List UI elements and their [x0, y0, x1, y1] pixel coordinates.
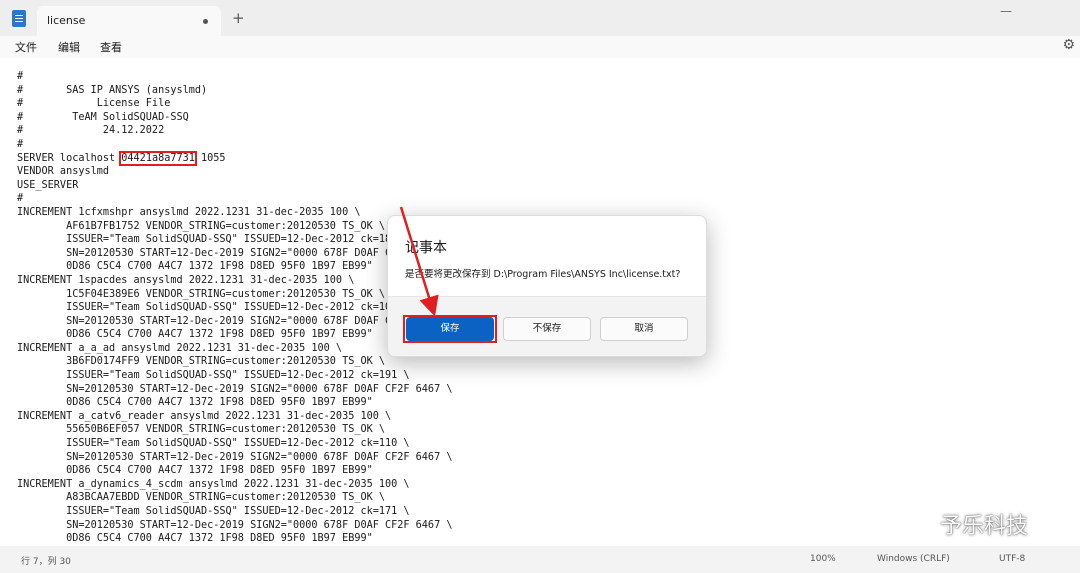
- editor-line: USE_SERVER: [17, 179, 79, 191]
- editor-line: SN=20120530 START=12-Dec-2019 SIGN2="000…: [17, 383, 453, 395]
- status-position: 行 7，列 30: [21, 557, 71, 567]
- settings-gear-icon[interactable]: ⚙: [1062, 37, 1075, 53]
- editor-line: SN=20120530 START=12-Dec-2019 SIGN2="000…: [17, 451, 453, 463]
- wechat-icon: [893, 511, 931, 537]
- editor-line: #: [17, 71, 24, 82]
- menu-edit[interactable]: 编辑: [58, 39, 80, 55]
- editor-line: 0D86 C5C4 C700 A4C7 1372 1F98 D8ED 95F0 …: [17, 465, 373, 477]
- editor-line: INCREMENT 1cfxmshpr ansyslmd 2022.1231 3…: [17, 206, 361, 218]
- editor-line: ISSUER="Team SolidSQUAD-SSQ" ISSUED=12-D…: [17, 438, 410, 450]
- server-port: 1055: [194, 152, 226, 164]
- tab-label: license: [47, 14, 86, 27]
- editor-line: A83BCAA7EBDD VENDOR_STRING=customer:2012…: [17, 492, 386, 504]
- editor-line: # License File: [17, 98, 171, 110]
- new-tab-button[interactable]: +: [232, 9, 245, 27]
- status-line-ending: Windows (CRLF): [877, 554, 950, 564]
- title-bar: license + —: [0, 0, 1080, 36]
- watermark-text: 予乐科技: [940, 514, 1029, 539]
- editor-line: 55650B6EF057 VENDOR_STRING=customer:2012…: [17, 424, 386, 436]
- menu-view[interactable]: 查看: [100, 39, 122, 55]
- status-encoding: UTF-8: [999, 554, 1026, 564]
- editor-line: SERVER localhost 04421a8a7731 1055: [17, 150, 226, 166]
- editor-line: VENDOR ansyslmd: [17, 166, 110, 178]
- unsaved-dot-icon[interactable]: [203, 19, 208, 24]
- editor-line: #: [17, 138, 24, 150]
- save-dialog: 记事本 是否要将更改保存到 D:\Program Files\ANSYS Inc…: [387, 215, 707, 357]
- dialog-message: 是否要将更改保存到 D:\Program Files\ANSYS Inc\lic…: [405, 269, 681, 280]
- dont-save-button[interactable]: 不保存: [503, 317, 591, 341]
- editor-line: INCREMENT a_catv6_reader ansyslmd 2022.1…: [17, 410, 392, 422]
- editor-line: 0D86 C5C4 C700 A4C7 1372 1F98 D8ED 95F0 …: [17, 397, 373, 409]
- editor-line: ISSUER="Team SolidSQUAD-SSQ" ISSUED=12-D…: [17, 506, 410, 517]
- cancel-button[interactable]: 取消: [600, 317, 688, 341]
- editor-line: ISSUER="Team SolidSQUAD-SSQ" ISSUED=12-D…: [17, 370, 410, 382]
- server-hostid-highlight: 04421a8a7731: [119, 150, 197, 166]
- editor-line: # 24.12.2022: [17, 125, 165, 137]
- menu-file[interactable]: 文件: [15, 39, 37, 55]
- editor-line: INCREMENT a_dynamics_4_scdm ansyslmd 202…: [17, 478, 410, 490]
- tab-license[interactable]: license: [37, 6, 221, 36]
- menu-bar: 文件 编辑 查看 ⚙: [0, 36, 1080, 58]
- editor-line: # SAS IP ANSYS (ansyslmd): [17, 84, 208, 96]
- dialog-title: 记事本: [405, 240, 447, 256]
- editor-line: #: [17, 193, 24, 205]
- editor-line: 3B6FD0174FF9 VENDOR_STRING=customer:2012…: [17, 356, 386, 368]
- minimize-button[interactable]: —: [1000, 4, 1012, 18]
- editor-line: SN=20120530 START=12-Dec-2019 SIGN2="000…: [17, 519, 453, 531]
- status-bar: 行 7，列 30 100% Windows (CRLF) UTF-8: [0, 546, 1080, 573]
- save-button[interactable]: 保存: [406, 317, 494, 341]
- editor-line: # TeAM SolidSQUAD-SSQ: [17, 111, 189, 123]
- editor-line: 0D86 C5C4 C700 A4C7 1372 1F98 D8ED 95F0 …: [17, 533, 373, 545]
- status-zoom: 100%: [810, 554, 836, 564]
- dialog-footer: 保存 不保存 取消: [388, 296, 706, 356]
- notepad-icon: [12, 10, 26, 27]
